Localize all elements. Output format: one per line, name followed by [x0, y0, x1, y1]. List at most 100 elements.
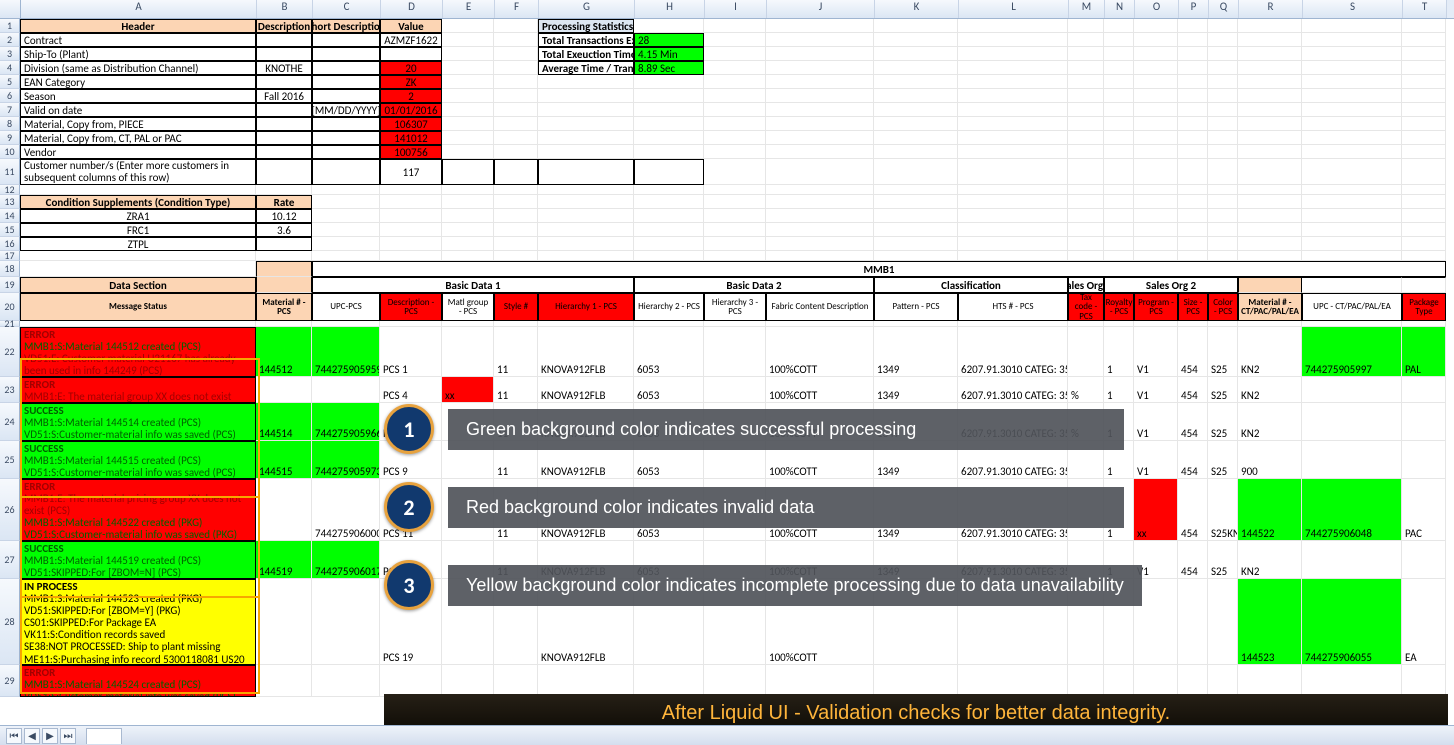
cell[interactable]: [442, 327, 494, 377]
cell[interactable]: 1: [1104, 441, 1134, 479]
cell[interactable]: [704, 251, 766, 261]
cell[interactable]: [1068, 61, 1104, 75]
cell[interactable]: [1134, 209, 1178, 223]
cell[interactable]: [1402, 75, 1446, 89]
cell[interactable]: [1068, 541, 1104, 579]
cell[interactable]: 4.15 Min: [634, 47, 704, 61]
cell[interactable]: [1178, 89, 1208, 103]
row-header[interactable]: 17: [0, 251, 20, 261]
cell[interactable]: [1208, 117, 1238, 131]
sheet-tab[interactable]: [86, 728, 122, 744]
cell[interactable]: [1068, 33, 1104, 47]
cell[interactable]: [1402, 33, 1446, 47]
row-header[interactable]: 3: [0, 47, 20, 61]
cell[interactable]: ZRA1: [20, 209, 256, 223]
cell[interactable]: [312, 579, 380, 665]
cell[interactable]: [538, 131, 634, 145]
cell[interactable]: [1238, 195, 1302, 209]
cell[interactable]: [538, 209, 634, 223]
cell[interactable]: [442, 159, 494, 185]
cell[interactable]: [20, 261, 256, 277]
cell[interactable]: [442, 441, 494, 479]
cell[interactable]: [494, 159, 538, 185]
cell[interactable]: [1178, 665, 1208, 697]
cell[interactable]: 144512: [256, 327, 312, 377]
cell[interactable]: [1302, 665, 1402, 697]
cell[interactable]: [256, 103, 312, 117]
cell[interactable]: [256, 665, 312, 697]
cell[interactable]: Fall 2016: [256, 89, 312, 103]
cell[interactable]: [1402, 195, 1446, 209]
cell[interactable]: [1238, 145, 1302, 159]
cell[interactable]: [312, 195, 380, 209]
cell[interactable]: [1402, 251, 1446, 261]
cell[interactable]: [1302, 145, 1402, 159]
cell[interactable]: V1: [1134, 327, 1178, 377]
cell[interactable]: [1208, 61, 1238, 75]
cell[interactable]: [442, 665, 494, 697]
cell[interactable]: PCS 1: [380, 327, 442, 377]
cell[interactable]: [20, 185, 256, 195]
cell[interactable]: [704, 327, 766, 377]
cell[interactable]: [312, 223, 380, 237]
cell[interactable]: [1104, 33, 1134, 47]
cell[interactable]: 144515: [256, 441, 312, 479]
cell[interactable]: 6053: [634, 377, 704, 403]
cell[interactable]: [442, 145, 494, 159]
cell[interactable]: [1208, 19, 1238, 33]
cell[interactable]: [1104, 145, 1134, 159]
cell[interactable]: 6207.91.3010 CATEG: 351 6.1%: [958, 327, 1068, 377]
cell[interactable]: ZTPL: [20, 237, 256, 251]
cell[interactable]: [538, 89, 634, 103]
cell[interactable]: 744275906055: [1302, 579, 1402, 665]
cell[interactable]: [1104, 47, 1134, 61]
cell[interactable]: [874, 89, 958, 103]
cell[interactable]: ERRORMMB1:E: The material group XX does …: [20, 377, 256, 403]
cell[interactable]: [494, 223, 538, 237]
cell[interactable]: KNOVA912FLB: [538, 579, 634, 665]
cell[interactable]: [1302, 117, 1402, 131]
cell[interactable]: [958, 75, 1068, 89]
cell[interactable]: [442, 403, 494, 441]
cell[interactable]: Royalty - PCS: [1104, 293, 1134, 321]
cell[interactable]: [1068, 19, 1104, 33]
cell[interactable]: [704, 237, 766, 251]
cell[interactable]: [634, 209, 704, 223]
cell[interactable]: [538, 159, 634, 185]
cell[interactable]: [1208, 223, 1238, 237]
cell[interactable]: Color - PCS: [1208, 293, 1238, 321]
cell[interactable]: [1104, 579, 1134, 665]
cell[interactable]: [538, 75, 634, 89]
cell[interactable]: [1238, 75, 1302, 89]
cell[interactable]: [704, 665, 766, 697]
cell[interactable]: [704, 47, 766, 61]
cell[interactable]: [874, 195, 958, 209]
cell[interactable]: 454: [1178, 479, 1208, 541]
cell[interactable]: [1178, 103, 1208, 117]
cell[interactable]: 1349: [874, 441, 958, 479]
cell[interactable]: [874, 579, 958, 665]
cell[interactable]: [1134, 145, 1178, 159]
cell[interactable]: FRC1: [20, 223, 256, 237]
cell[interactable]: [634, 145, 704, 159]
cell[interactable]: [958, 237, 1068, 251]
cell[interactable]: [312, 131, 380, 145]
cell[interactable]: [1208, 159, 1238, 185]
cell[interactable]: Header: [20, 19, 256, 33]
cell[interactable]: [380, 195, 442, 209]
cell[interactable]: S25 KN2: [1208, 479, 1238, 541]
cell[interactable]: [1302, 61, 1402, 75]
cell[interactable]: Package Type: [1402, 293, 1446, 321]
cell[interactable]: [312, 33, 380, 47]
cell[interactable]: 744275906017: [312, 541, 380, 579]
cell[interactable]: 141012: [380, 131, 442, 145]
cell[interactable]: Description: [256, 19, 312, 33]
cell[interactable]: Hierarchy 1 - PCS: [538, 293, 634, 321]
cell[interactable]: 100756: [380, 145, 442, 159]
cell[interactable]: Style #: [494, 293, 538, 321]
cell[interactable]: EA: [1402, 579, 1446, 665]
cell[interactable]: [1208, 195, 1238, 209]
cell[interactable]: [312, 159, 380, 185]
cell[interactable]: [494, 103, 538, 117]
cell[interactable]: [1068, 223, 1104, 237]
